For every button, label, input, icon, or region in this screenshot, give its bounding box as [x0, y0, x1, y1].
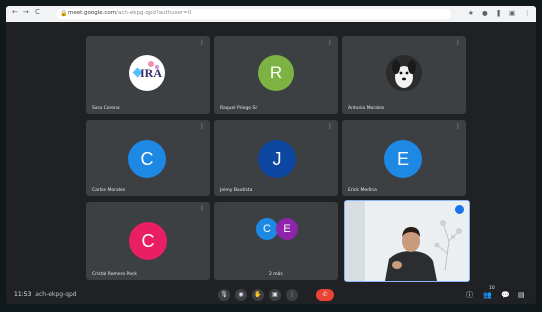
participant-name: Sara Corona [92, 106, 120, 111]
tile-menu-icon[interactable]: ⋮ [199, 39, 205, 46]
dog-icon [392, 60, 416, 88]
tile-menu-icon[interactable]: ⋮ [455, 123, 461, 130]
participant-name: Jeimy Bautista [220, 188, 253, 193]
self-video-tile[interactable] [344, 200, 470, 282]
participant-name: Raquel Priego Sr [220, 106, 258, 111]
hand-icon[interactable]: ✋ [252, 289, 264, 301]
avatar: E [276, 218, 298, 240]
present-icon[interactable]: ▣ [269, 289, 281, 301]
browser-toolbar: ← → C 🔒 meet.google.com/ach-ekpg-qpd?aut… [6, 6, 536, 22]
participant-name: Cristal Romero Peck [92, 272, 137, 277]
dog-photo-avatar [386, 55, 422, 91]
tile-menu-icon[interactable]: ⋮ [199, 123, 205, 130]
participant-tile[interactable]: ⋮ C Cristal Romero Peck [86, 202, 210, 280]
tile-menu-icon[interactable]: ⋮ [199, 205, 205, 212]
camera-icon[interactable]: ◉ [235, 289, 247, 301]
ira-logo: IRA [129, 55, 165, 91]
tile-menu-icon[interactable]: ⋮ [327, 123, 333, 130]
extension-icon[interactable]: ❚ [496, 9, 501, 17]
end-call-button[interactable]: ✆ [316, 289, 334, 301]
participant-tile[interactable]: ⋮ R Raquel Priego Sr [214, 36, 338, 114]
self-video-feed [345, 201, 469, 281]
url-text: meet.google.com/ach-ekpg-qpd?authuser=0 [68, 10, 192, 16]
meet-stage: ⋮ IRA Sara Corona ⋮ R Raquel Priego Sr ⋮ [6, 22, 536, 304]
meeting-toolbar: 11:53 ach-ekpg-qpd 🎙 ◉ ✋ ▣ ⋮ ✆ ⓘ 👥 10 💬 ▤ [6, 286, 536, 304]
tile-menu-icon[interactable]: ⋮ [327, 39, 333, 46]
participant-tile[interactable]: ⋮ C Carlos Morales [86, 120, 210, 196]
participant-name: Antonio Morales [348, 106, 385, 111]
mic-icon[interactable]: 🎙 [218, 289, 230, 301]
avatar: C [129, 222, 167, 260]
participant-tile[interactable]: ⋮ Antonio Morales [342, 36, 466, 114]
browser-menu-icon[interactable]: ⋮ [524, 9, 531, 17]
participant-tile[interactable]: ⋮ IRA Sara Corona [86, 36, 210, 114]
info-icon[interactable]: ⓘ [466, 290, 473, 300]
activities-icon[interactable]: ▤ [518, 290, 525, 300]
window-icon[interactable]: ▣ [509, 9, 515, 17]
more-options-icon[interactable]: ⋮ [286, 289, 298, 301]
more-participants-tile[interactable]: C E 2 más [214, 202, 338, 280]
participant-tile[interactable]: ⋮ J Jeimy Bautista [214, 120, 338, 196]
participant-count-badge: 10 [489, 286, 495, 291]
avatar: C [128, 140, 166, 178]
forward-icon[interactable]: → [23, 8, 29, 16]
participant-tile[interactable]: ⋮ E Erick Medina [342, 120, 466, 196]
reload-icon[interactable]: C [35, 8, 40, 16]
record-icon[interactable]: ● [482, 9, 488, 17]
tile-menu-icon[interactable]: ⋮ [455, 39, 461, 46]
avatar: C [256, 218, 278, 240]
meeting-info: 11:53 ach-ekpg-qpd [14, 291, 77, 298]
participant-name: Carlos Morales [92, 188, 126, 193]
logo-text: IRA [140, 66, 163, 80]
avatar: J [258, 140, 296, 178]
self-mute-indicator-icon [455, 205, 464, 214]
participant-name: Erick Medina [348, 188, 377, 193]
address-bar[interactable]: 🔒 meet.google.com/ach-ekpg-qpd?authuser=… [56, 9, 451, 19]
avatar: R [258, 55, 294, 91]
avatar: E [384, 140, 422, 178]
screen: ← → C 🔒 meet.google.com/ach-ekpg-qpd?aut… [6, 6, 536, 304]
back-icon[interactable]: ← [12, 8, 18, 16]
chat-icon[interactable]: 💬 [501, 290, 510, 300]
more-participants-label: 2 más [269, 272, 283, 277]
bookmark-star-icon[interactable]: ★ [468, 9, 474, 17]
lock-icon: 🔒 [60, 10, 68, 17]
